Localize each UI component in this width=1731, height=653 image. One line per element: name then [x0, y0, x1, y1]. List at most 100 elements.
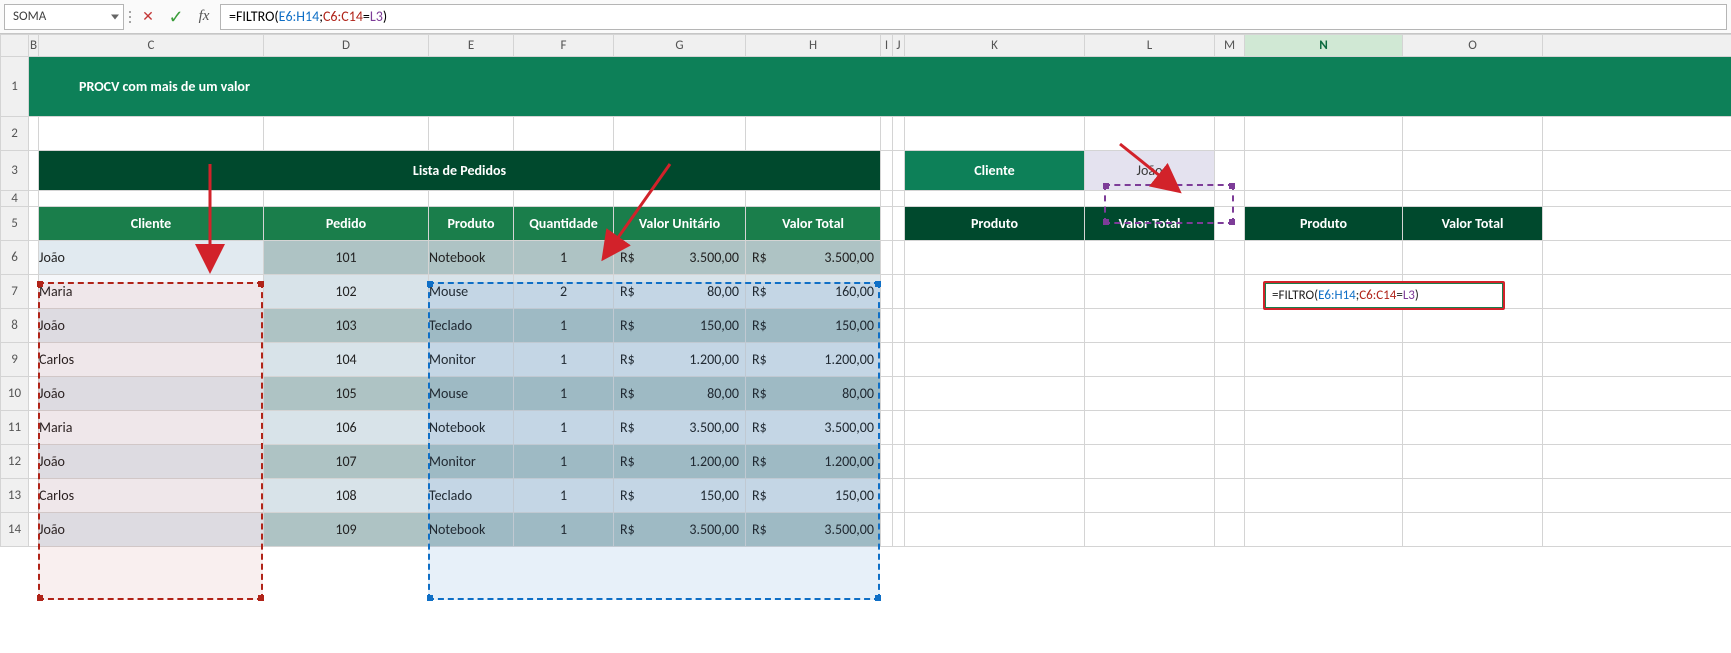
col-header[interactable]: K: [905, 35, 1085, 57]
chevron-down-icon[interactable]: [111, 14, 119, 19]
col-header[interactable]: L: [1085, 35, 1215, 57]
cell-qtd[interactable]: 1: [514, 479, 614, 513]
cell-qtd[interactable]: 1: [514, 241, 614, 275]
cell-produto[interactable]: Monitor: [429, 445, 514, 479]
cell-qtd[interactable]: 1: [514, 343, 614, 377]
formula-input[interactable]: =FILTRO(E6:H14;C6:C14=L3): [220, 4, 1727, 30]
cell-produto[interactable]: Teclado: [429, 479, 514, 513]
row-header[interactable]: 13: [1, 479, 29, 513]
cell-total[interactable]: R$1.200,00: [746, 343, 881, 377]
cell-pedido[interactable]: 104: [264, 343, 429, 377]
cell-cliente[interactable]: João: [39, 377, 264, 411]
row-header[interactable]: 7: [1, 275, 29, 309]
cell-produto[interactable]: Teclado: [429, 309, 514, 343]
row-header[interactable]: 5: [1, 207, 29, 241]
name-box-value: SOMA: [13, 9, 46, 24]
col-header[interactable]: N: [1245, 35, 1403, 57]
cell-produto[interactable]: Monitor: [429, 343, 514, 377]
cell-cliente[interactable]: Maria: [39, 411, 264, 445]
cell-pedido[interactable]: 102: [264, 275, 429, 309]
cell-pedido[interactable]: 108: [264, 479, 429, 513]
cell-total[interactable]: R$1.200,00: [746, 445, 881, 479]
insert-function-button[interactable]: fx: [192, 5, 216, 29]
col-header[interactable]: [1543, 35, 1731, 57]
cell-produto[interactable]: Notebook: [429, 411, 514, 445]
cliente-value-cell[interactable]: João: [1085, 151, 1215, 191]
cell-pedido[interactable]: 107: [264, 445, 429, 479]
cell-total[interactable]: R$3.500,00: [746, 513, 881, 547]
row-header[interactable]: 12: [1, 445, 29, 479]
col-header[interactable]: B: [29, 35, 39, 57]
col-header[interactable]: E: [429, 35, 514, 57]
col-header[interactable]: H: [746, 35, 881, 57]
cell-total[interactable]: R$80,00: [746, 377, 881, 411]
col-header[interactable]: J: [893, 35, 905, 57]
select-all[interactable]: [1, 35, 29, 57]
col-header[interactable]: O: [1403, 35, 1543, 57]
cell-qtd[interactable]: 2: [514, 275, 614, 309]
cell-produto[interactable]: Mouse: [429, 275, 514, 309]
table-header: Produto: [429, 207, 514, 241]
table-header: Valor Total: [746, 207, 881, 241]
cancel-button[interactable]: ✕: [136, 5, 160, 29]
cell-unitario[interactable]: R$3.500,00: [614, 411, 746, 445]
row-header[interactable]: 2: [1, 117, 29, 151]
cell-qtd[interactable]: 1: [514, 411, 614, 445]
cell-total[interactable]: R$3.500,00: [746, 411, 881, 445]
cell-cliente[interactable]: João: [39, 241, 264, 275]
right-header: Valor Total: [1403, 207, 1543, 241]
name-box[interactable]: SOMA: [4, 4, 124, 30]
cell-total[interactable]: R$160,00: [746, 275, 881, 309]
enter-button[interactable]: ✓: [164, 5, 188, 29]
active-cell-editing[interactable]: =FILTRO(E6:H14;C6:C14=L3): [1264, 282, 1504, 309]
cell-total[interactable]: R$3.500,00: [746, 241, 881, 275]
cell-cliente[interactable]: João: [39, 309, 264, 343]
col-header[interactable]: F: [514, 35, 614, 57]
col-header[interactable]: G: [614, 35, 746, 57]
table-header: Quantidade: [514, 207, 614, 241]
row-header[interactable]: 10: [1, 377, 29, 411]
col-header[interactable]: M: [1215, 35, 1245, 57]
cell-unitario[interactable]: R$80,00: [614, 377, 746, 411]
cell-produto[interactable]: Notebook: [429, 241, 514, 275]
col-header[interactable]: D: [264, 35, 429, 57]
cell-qtd[interactable]: 1: [514, 377, 614, 411]
cell-pedido[interactable]: 103: [264, 309, 429, 343]
worksheet[interactable]: B C D E F G H I J K L M N O 1 PROCV com …: [0, 34, 1731, 547]
col-header[interactable]: C: [39, 35, 264, 57]
cell-cliente[interactable]: Carlos: [39, 343, 264, 377]
cell-pedido[interactable]: 105: [264, 377, 429, 411]
row-header[interactable]: 11: [1, 411, 29, 445]
cell-pedido[interactable]: 101: [264, 241, 429, 275]
cell-unitario[interactable]: R$3.500,00: [614, 513, 746, 547]
cell-total[interactable]: R$150,00: [746, 479, 881, 513]
row-header[interactable]: 1: [1, 57, 29, 117]
cell-unitario[interactable]: R$1.200,00: [614, 343, 746, 377]
cell-unitario[interactable]: R$150,00: [614, 479, 746, 513]
cell-unitario[interactable]: R$80,00: [614, 275, 746, 309]
cell-unitario[interactable]: R$150,00: [614, 309, 746, 343]
row-header[interactable]: 4: [1, 191, 29, 207]
row-header[interactable]: 9: [1, 343, 29, 377]
table-row: 12João107Monitor1R$1.200,00R$1.200,00: [1, 445, 1731, 479]
cell-produto[interactable]: Mouse: [429, 377, 514, 411]
right-header: Produto: [905, 207, 1085, 241]
cell-pedido[interactable]: 106: [264, 411, 429, 445]
cell-qtd[interactable]: 1: [514, 309, 614, 343]
cell-produto[interactable]: Notebook: [429, 513, 514, 547]
row-header[interactable]: 14: [1, 513, 29, 547]
row-header[interactable]: 6: [1, 241, 29, 275]
cell-pedido[interactable]: 109: [264, 513, 429, 547]
row-header[interactable]: 3: [1, 151, 29, 191]
cell-cliente[interactable]: Maria: [39, 275, 264, 309]
row-header[interactable]: 8: [1, 309, 29, 343]
cell-total[interactable]: R$150,00: [746, 309, 881, 343]
cell-unitario[interactable]: R$1.200,00: [614, 445, 746, 479]
cell-cliente[interactable]: João: [39, 445, 264, 479]
col-header[interactable]: I: [881, 35, 893, 57]
cell-unitario[interactable]: R$3.500,00: [614, 241, 746, 275]
cell-cliente[interactable]: João: [39, 513, 264, 547]
cell-qtd[interactable]: 1: [514, 513, 614, 547]
cell-qtd[interactable]: 1: [514, 445, 614, 479]
cell-cliente[interactable]: Carlos: [39, 479, 264, 513]
